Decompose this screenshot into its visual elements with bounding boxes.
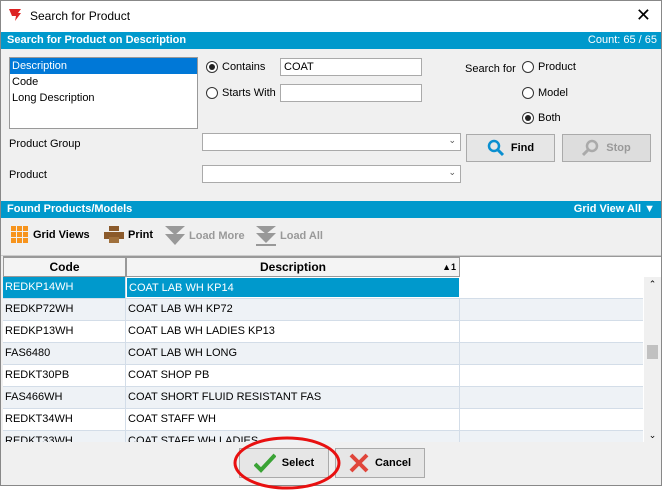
starts-with-label: Starts With [222, 87, 276, 99]
chevron-down-icon: ⌄ [448, 135, 456, 145]
cancel-button[interactable]: Cancel [335, 448, 425, 478]
table-row[interactable]: FAS466WH COAT SHORT FLUID RESISTANT FAS [3, 387, 643, 409]
field-description[interactable]: Description [10, 58, 197, 74]
search-header: Search for Product on Description Count:… [1, 32, 661, 49]
print-button[interactable]: Print [104, 226, 153, 244]
field-code[interactable]: Code [10, 74, 197, 90]
scroll-up-icon[interactable]: ⌃ [644, 279, 661, 290]
cell-description: COAT LAB WH KP72 [126, 299, 460, 320]
load-all-icon [256, 226, 276, 246]
scrollbar-thumb[interactable] [647, 345, 658, 359]
product-radio-label: Product [538, 61, 576, 73]
cell-description: COAT LAB WH LONG [126, 343, 460, 364]
cell-code: REDKP14WH [3, 277, 126, 298]
cell-description: COAT STAFF WH [126, 409, 460, 430]
cell-description: COAT LAB WH LADIES KP13 [126, 321, 460, 342]
cell-code: FAS6480 [3, 343, 126, 364]
stop-search-icon [582, 139, 599, 157]
grid-icon [11, 226, 28, 243]
load-more-button[interactable]: Load More [165, 226, 245, 246]
cell-code: REDKT33WH [3, 431, 126, 442]
column-header-code[interactable]: Code [3, 257, 126, 277]
highlight-circle-annotation [233, 436, 341, 490]
table-row[interactable]: REDKT34WH COAT STAFF WH [3, 409, 643, 431]
load-more-icon [165, 226, 185, 245]
grid-views-button[interactable]: Grid Views [11, 226, 90, 244]
load-all-label: Load All [280, 230, 323, 242]
table-row[interactable]: REDKP72WH COAT LAB WH KP72 [3, 299, 643, 321]
contains-radio[interactable]: Contains [206, 61, 265, 73]
cell-description: COAT SHORT FLUID RESISTANT FAS [126, 387, 460, 408]
product-radio[interactable]: Product [522, 61, 576, 73]
find-button[interactable]: Find [466, 134, 555, 162]
both-radio-label: Both [538, 112, 561, 124]
scroll-down-icon[interactable]: ⌄ [644, 430, 661, 441]
window-title: Search for Product [30, 9, 131, 23]
contains-label: Contains [222, 61, 266, 73]
search-field-list[interactable]: Description Code Long Description [9, 57, 198, 129]
stop-label: Stop [606, 142, 631, 154]
model-radio-label: Model [538, 87, 568, 99]
close-button[interactable]: ✕ [636, 5, 651, 26]
found-header-title: Found Products/Models [7, 203, 133, 215]
table-row[interactable]: FAS6480 COAT LAB WH LONG [3, 343, 643, 365]
cell-code: REDKT34WH [3, 409, 126, 430]
count-label: Count: 65 / 65 [587, 34, 657, 46]
product-group-dropdown[interactable]: ⌄ [202, 133, 461, 151]
starts-with-radio[interactable]: Starts With [206, 87, 276, 99]
print-label: Print [128, 229, 154, 241]
sort-ascending-icon: ▲1 [442, 262, 456, 272]
column-header-description[interactable]: Description ▲1 [126, 257, 460, 277]
cell-code: REDKP72WH [3, 299, 126, 320]
model-radio[interactable]: Model [522, 87, 568, 99]
sort-order: 1 [450, 262, 456, 272]
table-row[interactable]: REDKT30PB COAT SHOP PB [3, 365, 643, 387]
found-header: Found Products/Models Grid View All ▼ [1, 201, 661, 218]
stop-button[interactable]: Stop [562, 134, 651, 162]
cell-code: FAS466WH [3, 387, 126, 408]
vertical-scrollbar[interactable]: ⌃ ⌄ [644, 277, 661, 442]
product-dropdown[interactable]: ⌄ [202, 165, 461, 183]
cell-description: COAT SHOP PB [126, 365, 460, 386]
table-row[interactable]: REDKP13WH COAT LAB WH LADIES KP13 [3, 321, 643, 343]
grid-view-label: Grid View All [573, 203, 642, 215]
products-grid: Code Description ▲1 REDKP14WH COAT LAB WH … [3, 256, 661, 442]
grid-toolbar: Grid Views Print Load More Load All [1, 218, 661, 256]
field-long-description[interactable]: Long Description [10, 90, 197, 106]
table-row[interactable]: REDKP14WH COAT LAB WH KP14 [3, 277, 643, 299]
printer-icon [104, 226, 124, 243]
starts-with-input[interactable] [280, 84, 422, 102]
product-group-label: Product Group [9, 138, 81, 150]
product-label: Product [9, 169, 47, 181]
cell-code: REDKT30PB [3, 365, 126, 386]
cell-description: COAT LAB WH KP14 [126, 277, 460, 298]
cell-code: REDKP13WH [3, 321, 126, 342]
both-radio[interactable]: Both [522, 112, 561, 124]
grid-views-label: Grid Views [33, 229, 90, 241]
app-logo-icon [9, 9, 21, 21]
find-label: Find [510, 142, 535, 154]
search-for-label: Search for [465, 63, 516, 75]
cancel-x-icon [349, 453, 369, 473]
cancel-label: Cancel [374, 457, 412, 469]
title-bar: Search for Product ✕ [1, 1, 661, 32]
search-product-dialog: Search for Product ✕ Search for Product … [0, 0, 662, 486]
grid-view-dropdown[interactable]: Grid View All ▼ [574, 201, 655, 218]
search-header-title: Search for Product on Description [7, 34, 187, 46]
load-more-label: Load More [189, 230, 245, 242]
load-all-button[interactable]: Load All [256, 226, 323, 246]
description-header-label: Description [259, 260, 326, 274]
contains-input[interactable]: COAT [280, 58, 422, 76]
chevron-down-icon: ⌄ [448, 167, 456, 177]
search-icon [487, 139, 504, 157]
